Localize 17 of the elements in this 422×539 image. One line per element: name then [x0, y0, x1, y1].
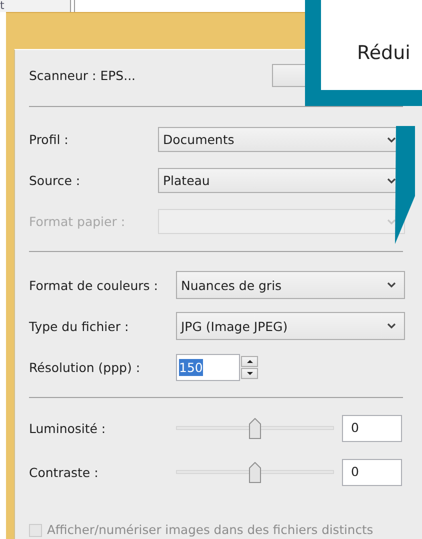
field-label: Contraste : [29, 464, 100, 480]
field-label: Source : [29, 173, 82, 188]
value-field[interactable]: 0 [342, 414, 402, 442]
scanner-label: Scanneur : EPS... [29, 68, 136, 83]
resolution-field[interactable]: 150 [176, 354, 240, 380]
dropdown[interactable]: Nuances de gris [176, 271, 405, 299]
callout-tooltip: Rédui [305, 0, 422, 245]
field-label: Luminosité : [29, 420, 107, 436]
dropdown[interactable]: JPG (Image JPEG) [176, 312, 405, 340]
field-label: Profil : [29, 132, 70, 147]
field-label: Type du fichier : [29, 318, 130, 334]
field-label: Résolution (ppp) : [29, 360, 142, 374]
window-text: t [0, 0, 4, 11]
checkbox-label: Afficher/numériser images dans des fichiers distincts [47, 523, 374, 537]
field-label: Format de couleurs : [29, 278, 159, 292]
field-label: Format papier : [29, 214, 126, 229]
value-field[interactable]: 0 [342, 458, 402, 486]
